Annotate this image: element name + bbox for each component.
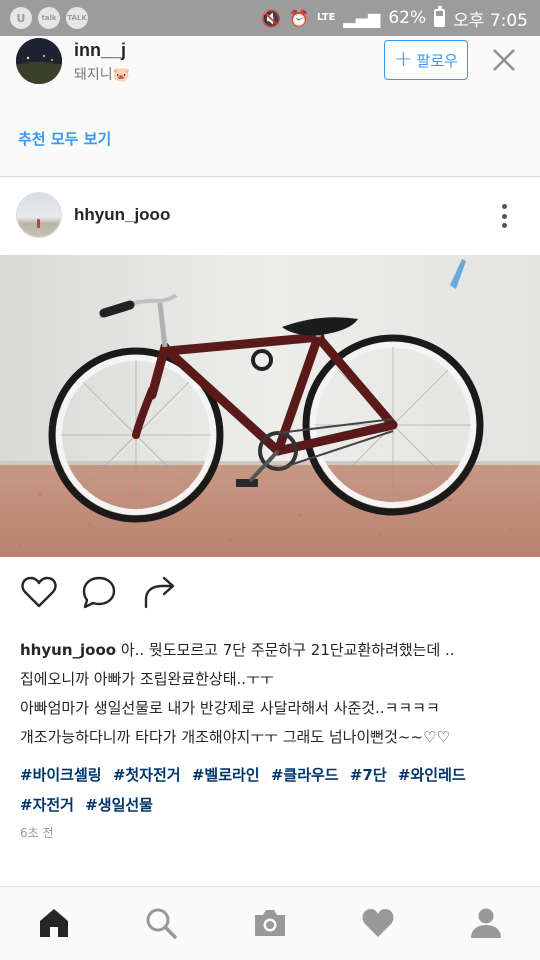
hashtag-link[interactable]: #자전거 — [20, 796, 74, 814]
see-all-suggestions-link[interactable]: 추천 모두 보기 — [18, 128, 111, 149]
comment-icon[interactable] — [80, 573, 118, 611]
post-header: hhyun_jooo — [0, 177, 540, 255]
profile-icon[interactable] — [468, 905, 504, 941]
hashtag-link[interactable]: #벨로라인 — [192, 766, 260, 784]
more-options-icon[interactable] — [496, 201, 512, 231]
battery-icon — [434, 6, 446, 27]
caption-line: 개조가능하다니까 타다가 개조해야지ㅜㅜ 그래도 넘나이뻔것~~♡♡ — [20, 728, 450, 746]
activity-heart-icon[interactable] — [360, 905, 396, 941]
post-hashtags: #바이크셀링 #첫자전거 #벨로라인 #클라우드 #7단 #와인레드 #자전거 … — [20, 760, 525, 820]
battery-percent: 62% — [388, 8, 427, 28]
hashtag-link[interactable]: #와인레드 — [398, 766, 466, 784]
caption-username[interactable]: hhyun_jooo — [20, 641, 116, 659]
post-timestamp: 6초 전 — [20, 826, 54, 840]
status-bar-notifications: U talk TALK — [0, 7, 88, 29]
caption-line: 아빠엄마가 생일선물로 내가 반강제로 사달라해서 사준것..ㅋㅋㅋㅋ — [20, 699, 440, 717]
post-caption: hhyun_jooo 아.. 뭣도모르고 7단 주문하구 21단교환하려했는데 … — [20, 636, 525, 752]
post-author-username[interactable]: hhyun_jooo — [74, 205, 170, 225]
heart-icon[interactable] — [20, 573, 58, 611]
plus-icon: + — [394, 47, 413, 72]
home-icon[interactable] — [36, 905, 72, 941]
follow-label: 팔로우 — [416, 51, 458, 70]
post-actions — [0, 557, 540, 627]
bottom-navigation — [0, 886, 540, 960]
kakaotalk-notification-icon: TALK — [66, 7, 88, 29]
hashtag-link[interactable]: #첫자전거 — [113, 766, 181, 784]
alarm-icon: ⏰ — [289, 8, 310, 28]
status-bar-system: 🔇 ⏰ LTE ▂▄▆ 62% 오후 7:05 — [261, 0, 528, 36]
suggested-subtitle: 돼지니🐷 — [74, 66, 131, 82]
close-icon[interactable] — [490, 46, 518, 74]
caption-line: hhyun_jooo 아.. 뭣도모르고 7단 주문하구 21단교환하려했는데 … — [20, 636, 525, 665]
clock: 오후 7:05 — [453, 10, 528, 31]
app-notification-icon: U — [10, 7, 32, 29]
search-icon[interactable] — [143, 905, 179, 941]
caption-line: 집에오니까 아빠가 조립완료한상태..ㅜㅜ — [20, 670, 274, 688]
mute-icon: 🔇 — [261, 8, 282, 28]
suggested-avatar[interactable] — [16, 38, 62, 84]
hashtag-link[interactable]: #바이크셀링 — [20, 766, 102, 784]
follow-button[interactable]: + 팔로우 — [384, 40, 468, 80]
talk-notification-icon: talk — [38, 7, 60, 29]
hashtag-link[interactable]: #생일선물 — [85, 796, 153, 814]
hashtag-link[interactable]: #클라우드 — [271, 766, 339, 784]
signal-icon: ▂▄▆ — [343, 8, 381, 28]
caption-text: 아.. 뭣도모르고 7단 주문하구 21단교환하려했는데 .. — [116, 641, 455, 659]
camera-icon[interactable] — [252, 905, 288, 941]
post-author-avatar[interactable] — [16, 192, 62, 238]
share-icon[interactable] — [140, 573, 178, 611]
status-bar: U talk TALK 🔇 ⏰ LTE ▂▄▆ 62% 오후 7:05 — [0, 0, 540, 36]
suggested-account: inn__j 돼지니🐷 + 팔로우 추천 모두 보기 — [0, 36, 540, 176]
network-type: LTE — [317, 12, 336, 23]
hashtag-link[interactable]: #7단 — [350, 766, 387, 784]
post-photo[interactable] — [0, 255, 540, 557]
suggested-username[interactable]: inn__j — [74, 40, 126, 61]
